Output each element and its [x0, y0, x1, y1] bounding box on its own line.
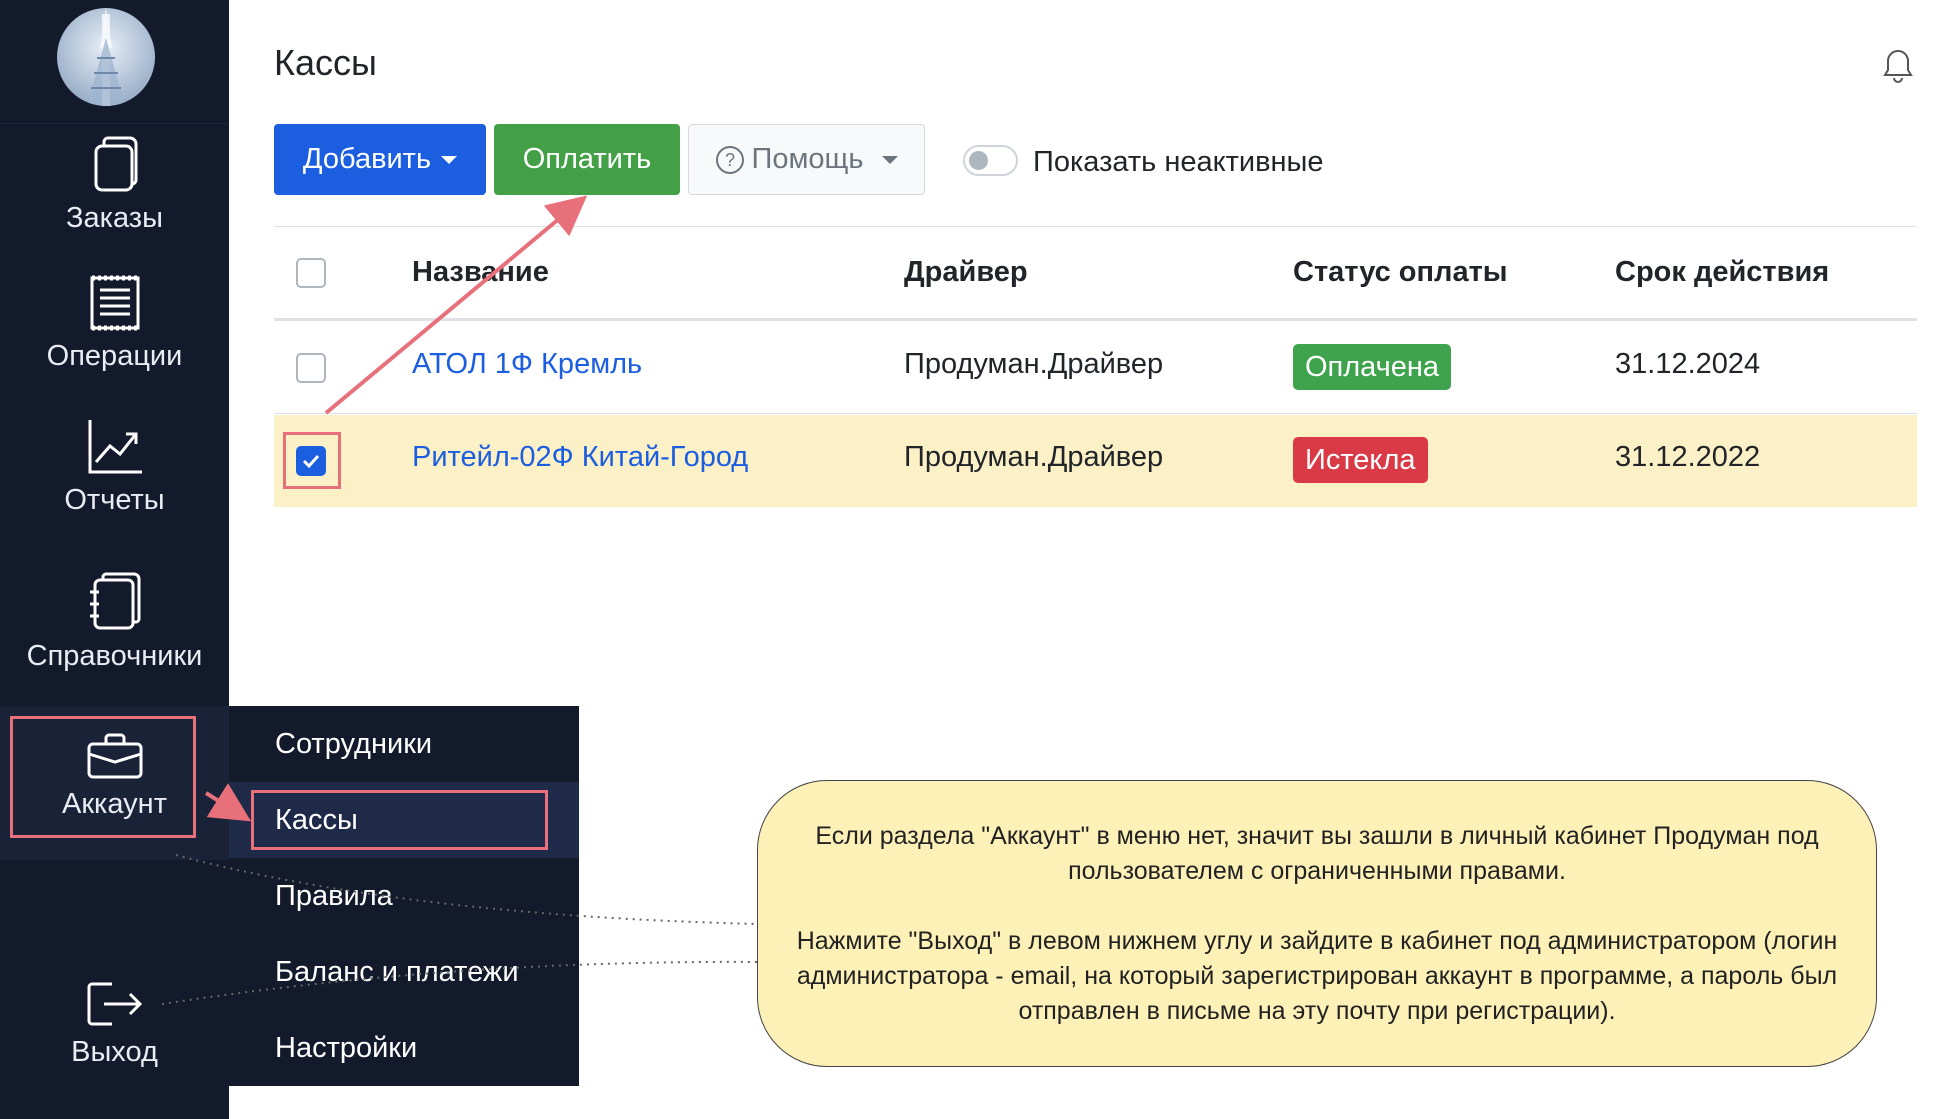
account-highlight: [10, 716, 196, 838]
chart-icon: [88, 420, 142, 474]
submenu-item-billing[interactable]: Баланс и платежи: [229, 934, 579, 1010]
sidebar-item-label: Отчеты: [64, 484, 165, 516]
account-submenu: Сотрудники Кассы Правила Баланс и платеж…: [229, 706, 579, 1086]
row-checkbox[interactable]: [296, 353, 326, 383]
receipt-icon: [90, 275, 139, 331]
sidebar-item-orders[interactable]: Заказы: [0, 136, 229, 235]
chevron-down-icon: [441, 155, 458, 164]
submenu-item-rules[interactable]: Правила: [229, 858, 579, 934]
sidebar-item-references[interactable]: Справочники: [0, 572, 229, 673]
pay-button[interactable]: Оплатить: [494, 124, 680, 195]
table-row[interactable]: Ритейл-02Ф Китай-Город Продуман.Драйвер …: [274, 415, 1917, 507]
pay-button-label: Оплатить: [522, 143, 652, 175]
avatar[interactable]: [57, 8, 155, 106]
bell-icon: [1883, 49, 1913, 83]
show-inactive-toggle[interactable]: [963, 145, 1018, 176]
add-button-label: Добавить: [302, 143, 432, 175]
chevron-down-icon: [881, 155, 898, 164]
checkbox-highlight: [283, 432, 341, 489]
select-all-checkbox[interactable]: [296, 258, 326, 288]
sidebar-item-label: Операции: [46, 340, 183, 372]
help-button-label: Помощь: [751, 143, 864, 175]
page-title: Кассы: [274, 42, 377, 83]
svg-text:?: ?: [725, 150, 735, 170]
submenu-item-settings[interactable]: Настройки: [229, 1010, 579, 1086]
table-header-divider: [274, 318, 1917, 321]
tower-image: [87, 8, 125, 106]
logout-icon: [87, 982, 142, 1026]
sidebar-item-logout[interactable]: Выход: [0, 980, 229, 1069]
expires-cell: 31.12.2024: [1615, 348, 1761, 380]
sidebar-item-label: Выход: [71, 1036, 158, 1068]
status-badge: Истекла: [1293, 437, 1428, 483]
toggle-knob: [969, 151, 988, 170]
submenu-item-employees[interactable]: Сотрудники: [229, 706, 579, 782]
callout-paragraph: Нажмите "Выход" в левом нижнем углу и за…: [796, 926, 1838, 1025]
callout-paragraph: Если раздела "Аккаунт" в меню нет, значи…: [815, 821, 1819, 885]
notifications-button[interactable]: [1883, 48, 1913, 89]
show-inactive-label: Показать неактивные: [1033, 146, 1324, 178]
status-badge: Оплачена: [1293, 344, 1452, 390]
sidebar-item-reports[interactable]: Отчеты: [0, 418, 229, 517]
submenu-item-label: Правила: [275, 879, 393, 912]
driver-cell: Продуман.Драйвер: [904, 441, 1164, 473]
help-button[interactable]: ? Помощь: [688, 124, 925, 195]
question-icon: ?: [716, 145, 745, 174]
notebook-icon: [89, 572, 140, 630]
submenu-item-label: Баланс и платежи: [275, 955, 519, 988]
registers-highlight: [251, 790, 548, 850]
table-row[interactable]: АТОЛ 1Ф Кремль Продуман.Драйвер Оплачена…: [274, 322, 1917, 414]
copy-icon: [94, 136, 137, 192]
sidebar-item-label: Заказы: [66, 202, 163, 234]
column-header-expires[interactable]: Срок действия: [1615, 256, 1829, 289]
submenu-item-label: Сотрудники: [275, 727, 433, 760]
avatar-area: [0, 0, 229, 124]
info-callout: Если раздела "Аккаунт" в меню нет, значи…: [757, 780, 1877, 1067]
expires-cell: 31.12.2022: [1615, 441, 1761, 473]
register-name-link[interactable]: Ритейл-02Ф Китай-Город: [412, 441, 748, 474]
register-name-link[interactable]: АТОЛ 1Ф Кремль: [412, 348, 642, 381]
driver-cell: Продуман.Драйвер: [904, 348, 1164, 380]
column-header-payment-status[interactable]: Статус оплаты: [1293, 256, 1508, 289]
column-header-driver[interactable]: Драйвер: [904, 256, 1028, 289]
sidebar-item-operations[interactable]: Операции: [0, 274, 229, 373]
column-header-name[interactable]: Название: [412, 256, 549, 289]
table-divider: [274, 226, 1917, 227]
add-button[interactable]: Добавить: [274, 124, 486, 195]
submenu-item-label: Настройки: [275, 1031, 418, 1064]
sidebar-item-label: Справочники: [26, 640, 203, 672]
sidebar: Заказы Операции Отчеты Справочники Аккау…: [0, 0, 229, 1119]
